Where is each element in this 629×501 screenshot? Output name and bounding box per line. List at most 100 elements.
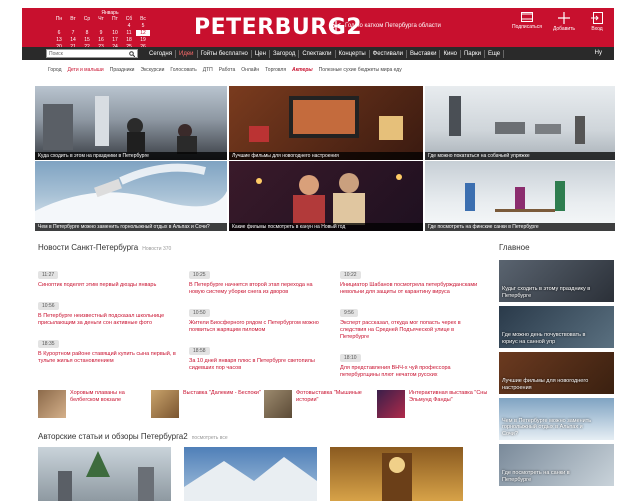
nav-link[interactable]: Загород xyxy=(270,49,300,58)
calendar-day[interactable]: 10 xyxy=(108,30,122,36)
news-headline-link[interactable]: В Петербурге начнется второй этап перехо… xyxy=(189,282,329,296)
calendar-day[interactable]: 11 xyxy=(122,30,136,36)
sidebar-card-caption: Чем в Петербурге можно заменить горнолыж… xyxy=(502,417,592,437)
nav-right-link[interactable]: Ну xyxy=(595,50,602,56)
news-headline-link[interactable]: Жители Биосферного рядом с Петербургом м… xyxy=(189,320,329,334)
calendar-day[interactable]: 16 xyxy=(94,37,108,43)
promo-link[interactable]: Интерактивная выставка "Сны Эльмунд Фанд… xyxy=(409,390,489,418)
couple-image xyxy=(256,173,402,225)
nav-link[interactable]: Выставки xyxy=(407,49,441,58)
calendar-day[interactable]: 13 xyxy=(52,37,66,43)
calendar-day[interactable]: 15 xyxy=(80,37,94,43)
news-headline-link[interactable]: В Курортном районе ставящий купить сына … xyxy=(38,351,178,365)
sidebar-card[interactable]: Чем в Петербурге можно заменить горнолыж… xyxy=(499,398,614,440)
promo-item[interactable]: Выставка "Далеким - Беспоки" xyxy=(151,390,263,418)
login-button[interactable]: Вход xyxy=(582,12,612,32)
calendar-day[interactable]: 6 xyxy=(52,30,66,36)
sidebar-card[interactable]: Кудьт сходить в этому празднику в Петерб… xyxy=(499,260,614,302)
calendar-day[interactable]: 4 xyxy=(122,23,136,29)
subscribe-button[interactable]: Подписаться xyxy=(512,12,542,30)
article-image[interactable] xyxy=(184,447,317,501)
article-image[interactable] xyxy=(38,447,171,501)
header-promo-link[interactable]: Год по катком Петербурга области xyxy=(330,20,441,32)
subnav-link[interactable]: ДТП xyxy=(203,67,213,73)
news-headline-link[interactable]: Для представления ВНЧ-х чуй профессора п… xyxy=(340,365,480,379)
promo-item[interactable]: Хоровым плаваны на белбегском вокзале xyxy=(38,390,150,418)
subnav-link[interactable]: Голосовать xyxy=(170,67,196,73)
calendar-day[interactable]: 14 xyxy=(66,37,80,43)
promo-thumbnail[interactable] xyxy=(264,390,292,418)
nav-link[interactable]: Спектакли xyxy=(299,49,336,58)
nav-link[interactable]: Еще xyxy=(485,49,505,58)
nav-link[interactable]: Фестивали xyxy=(370,49,407,58)
articles-link[interactable]: посмотреть все xyxy=(192,435,228,441)
calendar-weekday: Пт xyxy=(112,16,118,22)
photo-tile[interactable]: Какие фильмы посмотреть в канун на Новый… xyxy=(229,161,423,231)
tile-caption: Лучшие фильмы для новогоднего настроения xyxy=(229,152,423,160)
promo-link[interactable]: Хоровым плаваны на белбегском вокзале xyxy=(70,390,150,418)
nav-link[interactable]: Концерты xyxy=(336,49,370,58)
nav-links: Сегодня Идеи Гойты бесплатно Цен Загород Спек… xyxy=(146,49,505,58)
calendar-day[interactable]: 19 xyxy=(136,37,150,43)
promo-item[interactable]: Фотовыставка "Мышиные истории" xyxy=(264,390,376,418)
nav-link[interactable]: Парки xyxy=(461,49,485,58)
subnav-link[interactable]: Актеры xyxy=(292,67,313,73)
news-section-title[interactable]: Новости Санкт-Петербурга Новости 370 xyxy=(38,243,171,252)
search-icon[interactable] xyxy=(129,50,135,57)
subnav-link[interactable]: Полезные сухие бюджеты мира еду xyxy=(319,67,402,73)
snowflake-icon xyxy=(331,21,341,31)
calendar-day[interactable]: 9 xyxy=(94,30,108,36)
calendar-day[interactable]: 12 xyxy=(136,30,150,36)
subnav-link[interactable]: Праздники xyxy=(110,67,135,73)
nav-link[interactable]: Идеи xyxy=(176,49,198,58)
mountain-image xyxy=(184,457,317,501)
news-headline-link[interactable]: Синоптик поделят этим первый дюзды январ… xyxy=(38,282,178,289)
news-time-badge: 10:50 xyxy=(189,309,210,317)
subnav-link[interactable]: Город xyxy=(48,67,62,73)
news-column: 10:25 В Петербурге начнется второй этап п… xyxy=(189,263,329,377)
sidebar-title: Главное xyxy=(499,243,530,252)
news-headline-link[interactable]: В Петербурге неизвестный подсказал школь… xyxy=(38,313,178,327)
calendar-weekday: Пн xyxy=(55,16,63,22)
subnav-link[interactable]: Экскурсии xyxy=(140,67,164,73)
nav-link[interactable]: Сегодня xyxy=(146,49,176,58)
add-button[interactable]: Добавить xyxy=(549,12,579,32)
calendar-day[interactable]: 8 xyxy=(80,30,94,36)
promo-link[interactable]: Выставка "Далеким - Беспоки" xyxy=(183,390,261,418)
subnav-link[interactable]: Работа xyxy=(219,67,236,73)
subnav-link[interactable]: Торговля xyxy=(265,67,286,73)
subscribe-label: Подписаться xyxy=(512,24,542,30)
sidebar-card[interactable]: Где посмотреть на санки в Петербурге xyxy=(499,444,614,486)
news-headline-link[interactable]: Инициатор Шабанов посмотрела петербуржда… xyxy=(340,282,480,296)
calendar-day[interactable]: 7 xyxy=(66,30,80,36)
promo-thumbnail[interactable] xyxy=(151,390,179,418)
news-time-badge: 10:22 xyxy=(340,271,361,279)
nav-link[interactable]: Гойты бесплатно xyxy=(198,49,252,58)
calendar-day[interactable]: 17 xyxy=(108,37,122,43)
photo-tile[interactable]: Чем в Петербурге можно заменить горнолыж… xyxy=(35,161,227,231)
calendar-day[interactable]: 5 xyxy=(136,23,150,29)
nav-link[interactable]: Цен xyxy=(252,49,270,58)
tile-caption: Чем в Петербурге можно заменить горнолыж… xyxy=(35,223,227,231)
promo-item[interactable]: Интерактивная выставка "Сны Эльмунд Фанд… xyxy=(377,390,489,418)
sidebar-card[interactable]: Где можно день почувствовать в юриус на … xyxy=(499,306,614,348)
news-headline-link[interactable]: Эксперт рассказал, откуда мог попасть че… xyxy=(340,320,480,341)
promo-thumbnail[interactable] xyxy=(377,390,405,418)
nav-link[interactable]: Кино xyxy=(440,49,461,58)
news-headline-link[interactable]: За 10 дней января плюс в Петербурге свет… xyxy=(189,358,329,372)
sidebar-card[interactable]: Лучшие фильмы для новогоднего настроения xyxy=(499,352,614,394)
photo-tile[interactable]: Где можно покататься на собачьей упряжке xyxy=(425,86,615,160)
search-input[interactable] xyxy=(49,50,125,57)
main-nav: СегодняИдеиГойты бесплатноЦенЗагородСпек… xyxy=(22,47,614,60)
photo-tile[interactable]: Куда сходить в этом на праздники в Петер… xyxy=(35,86,227,160)
promo-thumbnail[interactable] xyxy=(38,390,66,418)
photo-tile[interactable]: Лучшие фильмы для новогоднего настроения xyxy=(229,86,423,160)
calendar-day[interactable]: 18 xyxy=(122,37,136,43)
promo-link[interactable]: Фотовыставка "Мышиные истории" xyxy=(296,390,376,418)
articles-section-title[interactable]: Авторские статьи и обзоры Петербурга2 пос… xyxy=(38,432,228,441)
article-image[interactable] xyxy=(330,447,463,501)
subnav-link[interactable]: Онлайн xyxy=(241,67,259,73)
news-column: 11:27 Синоптик поделят этим первый дюзды … xyxy=(38,263,178,370)
subnav-link[interactable]: Дети и малыши xyxy=(68,67,104,73)
photo-tile[interactable]: Где посмотреть на финские санки в Петерб… xyxy=(425,161,615,231)
